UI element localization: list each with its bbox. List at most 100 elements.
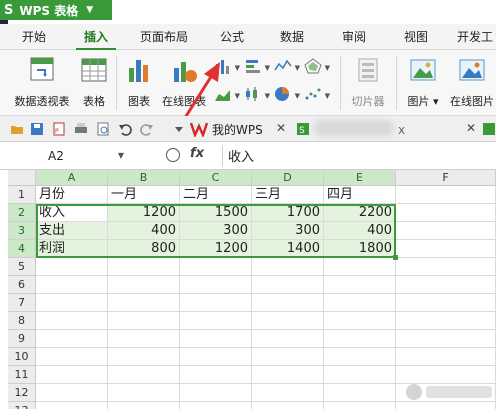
row-header-4[interactable]: 4	[8, 240, 36, 258]
cell-d12[interactable]	[252, 384, 324, 402]
redo-icon[interactable]	[140, 122, 154, 136]
cell-e6[interactable]	[324, 276, 396, 294]
cell-c2[interactable]: 1500	[180, 204, 252, 222]
cell-a12[interactable]	[36, 384, 108, 402]
cell-b9[interactable]	[108, 330, 180, 348]
cell-f1[interactable]	[396, 186, 496, 204]
row-header-6[interactable]: 6	[8, 276, 36, 294]
tab-formulas[interactable]: 公式	[212, 24, 252, 50]
cell-e3[interactable]: 400	[324, 222, 396, 240]
tab-my-wps[interactable]: 我的WPS	[212, 119, 263, 141]
save-icon[interactable]	[30, 122, 44, 136]
tab-review[interactable]: 审阅	[334, 24, 374, 50]
export-pdf-icon[interactable]: P	[52, 122, 66, 136]
cell-e8[interactable]	[324, 312, 396, 330]
cell-e10[interactable]	[324, 348, 396, 366]
cell-d9[interactable]	[252, 330, 324, 348]
column-header-d[interactable]: D	[252, 170, 324, 186]
cell-b12[interactable]	[108, 384, 180, 402]
cell-e12[interactable]	[324, 384, 396, 402]
column-header-c[interactable]: C	[180, 170, 252, 186]
cell-e13[interactable]	[324, 402, 396, 409]
cell-e5[interactable]	[324, 258, 396, 276]
tab-developer[interactable]: 开发工	[454, 24, 496, 50]
cell-c13[interactable]	[180, 402, 252, 409]
cell-b8[interactable]	[108, 312, 180, 330]
select-all-corner[interactable]	[8, 170, 36, 186]
tab-home[interactable]: 开始	[14, 24, 54, 50]
row-header-11[interactable]: 11	[8, 366, 36, 384]
cell-d13[interactable]	[252, 402, 324, 409]
customize-dropdown-icon[interactable]	[172, 122, 186, 136]
cell-d6[interactable]	[252, 276, 324, 294]
cell-f8[interactable]	[396, 312, 496, 330]
cell-c11[interactable]	[180, 366, 252, 384]
cell-a4[interactable]: 利润	[36, 240, 108, 258]
pie-chart-button[interactable]: ▼	[274, 86, 300, 104]
cell-f7[interactable]	[396, 294, 496, 312]
name-box[interactable]: A2 ▼	[4, 146, 128, 166]
cell-b13[interactable]	[108, 402, 180, 409]
fill-handle[interactable]	[393, 255, 398, 260]
cell-c5[interactable]	[180, 258, 252, 276]
online-chart-button[interactable]: 在线图表	[160, 52, 208, 109]
cell-b3[interactable]: 400	[108, 222, 180, 240]
cell-e1[interactable]: 四月	[324, 186, 396, 204]
formula-input[interactable]: 收入	[228, 146, 254, 165]
row-header-1[interactable]: 1	[8, 186, 36, 204]
cell-d2[interactable]: 1700	[252, 204, 324, 222]
function-icon[interactable]: fx	[190, 146, 204, 161]
cell-d5[interactable]	[252, 258, 324, 276]
scatter-chart-button[interactable]: ▼	[304, 86, 330, 104]
cell-a11[interactable]	[36, 366, 108, 384]
tab-data[interactable]: 数据	[272, 24, 312, 50]
column-header-f[interactable]: F	[396, 170, 496, 186]
cell-e4[interactable]: 1800	[324, 240, 396, 258]
cell-f4[interactable]	[396, 240, 496, 258]
tab-page-layout[interactable]: 页面布局	[132, 24, 196, 50]
cell-b2[interactable]: 1200	[108, 204, 180, 222]
cell-d8[interactable]	[252, 312, 324, 330]
cell-d10[interactable]	[252, 348, 324, 366]
cell-c1[interactable]: 二月	[180, 186, 252, 204]
chart-button[interactable]: 图表	[122, 52, 156, 109]
picture-button[interactable]: 图片 ▾	[402, 52, 444, 109]
line-chart-button[interactable]: ▼	[274, 58, 300, 76]
cell-e7[interactable]	[324, 294, 396, 312]
table-button[interactable]: 表格	[78, 52, 110, 109]
cell-f3[interactable]	[396, 222, 496, 240]
tab-insert[interactable]: 插入	[76, 24, 116, 50]
cell-f5[interactable]	[396, 258, 496, 276]
close-tab-icon[interactable]: ✕	[466, 121, 476, 135]
cell-b1[interactable]: 一月	[108, 186, 180, 204]
cell-a5[interactable]	[36, 258, 108, 276]
bar-chart-button[interactable]: ▼	[244, 58, 270, 76]
cell-c8[interactable]	[180, 312, 252, 330]
cell-c7[interactable]	[180, 294, 252, 312]
column-chart-button[interactable]: ▼	[214, 58, 240, 76]
close-tab-icon[interactable]: ✕	[276, 121, 286, 135]
open-folder-icon[interactable]	[10, 122, 24, 136]
column-header-e[interactable]: E	[324, 170, 396, 186]
cell-f10[interactable]	[396, 348, 496, 366]
cell-d4[interactable]: 1400	[252, 240, 324, 258]
cell-c9[interactable]	[180, 330, 252, 348]
stock-chart-button[interactable]: ▼	[244, 86, 270, 104]
cell-c6[interactable]	[180, 276, 252, 294]
cell-a2[interactable]: 收入	[36, 204, 108, 222]
pivot-table-button[interactable]: 数据透视表	[10, 52, 74, 109]
cell-e9[interactable]	[324, 330, 396, 348]
cell-c10[interactable]	[180, 348, 252, 366]
row-header-10[interactable]: 10	[8, 348, 36, 366]
cell-d3[interactable]: 300	[252, 222, 324, 240]
column-header-a[interactable]: A	[36, 170, 108, 186]
cell-b5[interactable]	[108, 258, 180, 276]
app-menu-button[interactable]: S WPS 表格 ▼	[0, 0, 112, 20]
cell-e2[interactable]: 2200	[324, 204, 396, 222]
cell-d1[interactable]: 三月	[252, 186, 324, 204]
cell-a7[interactable]	[36, 294, 108, 312]
row-header-5[interactable]: 5	[8, 258, 36, 276]
cell-c4[interactable]: 1200	[180, 240, 252, 258]
cell-f9[interactable]	[396, 330, 496, 348]
cell-a13[interactable]	[36, 402, 108, 409]
